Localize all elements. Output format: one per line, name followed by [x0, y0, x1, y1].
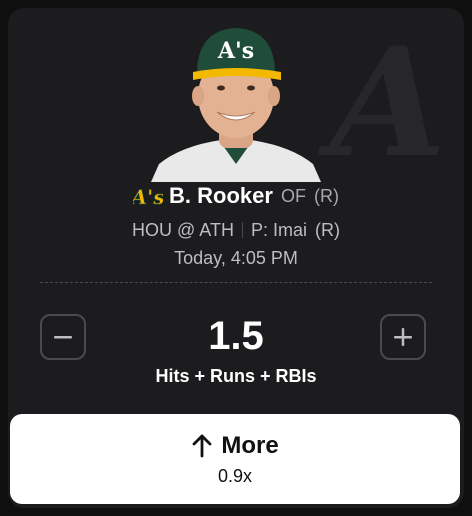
opposing-pitcher: P: Imai: [250, 219, 307, 240]
plus-icon: [394, 328, 412, 346]
player-name: B. Rooker: [169, 183, 273, 208]
svg-text:A's: A's: [133, 185, 163, 209]
increase-line-button[interactable]: [380, 314, 426, 360]
svg-text:A's: A's: [217, 38, 254, 64]
arrow-up-icon: [192, 434, 212, 457]
more-label-row: More: [191, 431, 279, 460]
pitcher-hand: (R): [314, 219, 340, 240]
projection-card: A A's A's B. Rooker OF (R) HOU @ ATH P: …: [8, 8, 464, 508]
player-position: OF: [280, 185, 306, 206]
player-photo: A's: [151, 28, 321, 182]
more-label: More: [221, 431, 279, 459]
matchup-divider: [241, 222, 243, 238]
athletics-logo: A's: [133, 185, 163, 209]
more-pick-button[interactable]: More 0.9x: [10, 414, 460, 504]
game-time: Today, 4:05 PM: [174, 248, 298, 268]
dashed-divider: [40, 282, 432, 283]
matchup-row: HOU @ ATH P: Imai (R): [8, 218, 464, 242]
payout-multiplier: 0.9x: [217, 465, 253, 486]
stat-type-label: Hits + Runs + RBIs: [155, 366, 317, 386]
player-hand: (R): [313, 185, 339, 206]
game-matchup: HOU @ ATH: [132, 219, 234, 240]
player-name-row: A's B. Rooker OF (R): [8, 182, 464, 210]
